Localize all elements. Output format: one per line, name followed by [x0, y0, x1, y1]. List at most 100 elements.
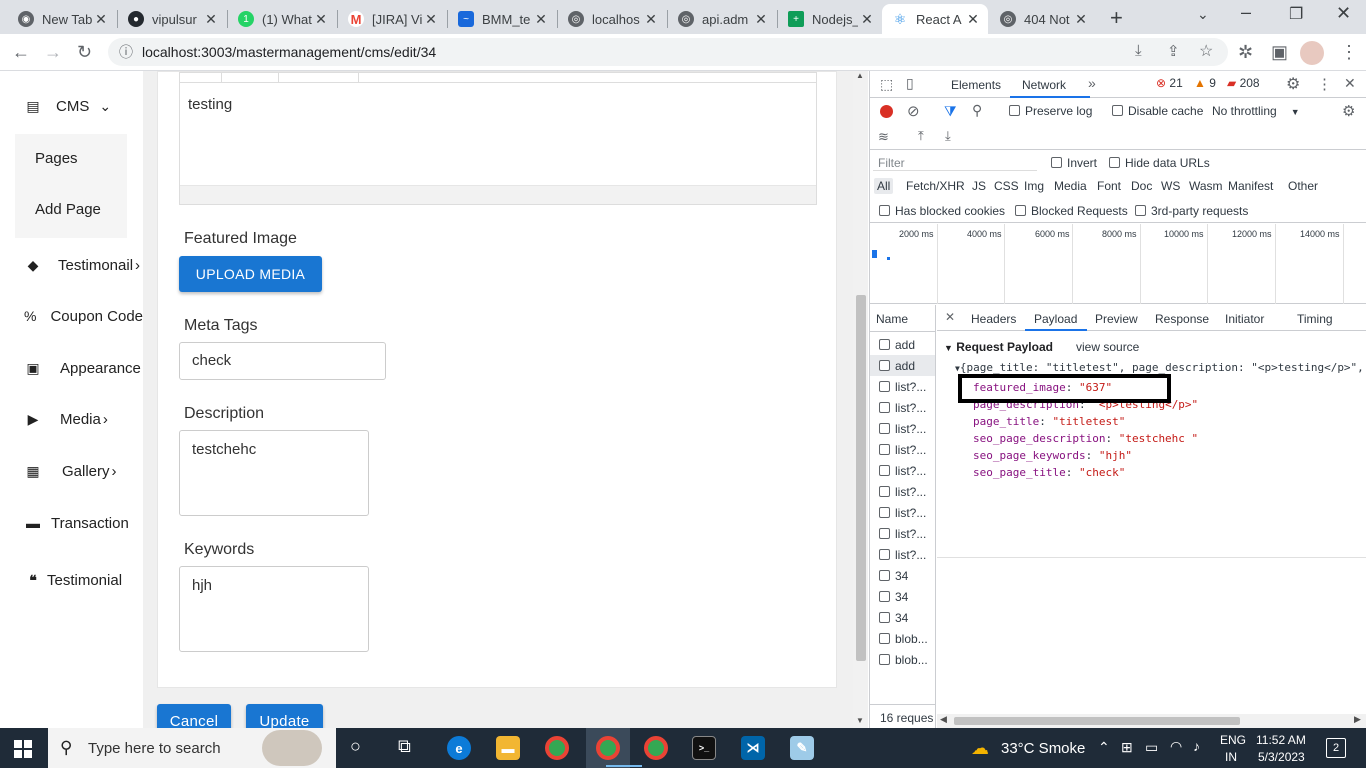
close-detail-icon[interactable]: ✕: [945, 310, 955, 324]
filter-fetch-xhr[interactable]: Fetch/XHR: [906, 179, 965, 193]
more-options-icon[interactable]: ⋮: [1317, 75, 1332, 93]
request-checkbox[interactable]: [879, 381, 890, 392]
sidebar-item-coupon-code[interactable]: % Coupon Code: [24, 307, 143, 325]
description-textarea[interactable]: testchehc: [179, 430, 369, 516]
sidebar-item-pages[interactable]: Pages: [35, 150, 78, 167]
tab-9[interactable]: ◎ 404 Not ✕: [990, 4, 1096, 34]
close-icon[interactable]: ✕: [202, 11, 220, 28]
tab-payload[interactable]: Payload: [1034, 312, 1077, 326]
request-checkbox[interactable]: [879, 528, 890, 539]
close-icon[interactable]: ✕: [642, 11, 660, 28]
error-counter[interactable]: ⊗ 21: [1156, 76, 1183, 90]
taskbar-search[interactable]: ⚲ Type here to search: [48, 728, 336, 768]
import-har-icon[interactable]: ⤒: [918, 128, 924, 144]
tab-0[interactable]: ◉ New Tab ✕: [8, 4, 116, 34]
request-checkbox[interactable]: [879, 339, 890, 350]
third-party-requests-checkbox[interactable]: 3rd-party requests: [1135, 204, 1248, 218]
keywords-textarea[interactable]: hjh: [179, 566, 369, 652]
back-icon[interactable]: ←: [12, 42, 30, 62]
page-scrollbar-thumb[interactable]: [856, 295, 866, 661]
vscode-icon[interactable]: ⋊: [741, 736, 765, 760]
tab-8-active[interactable]: ⚛ React A ✕: [882, 4, 988, 34]
request-row[interactable]: 34: [870, 565, 935, 586]
language-indicator[interactable]: ENG: [1220, 733, 1246, 747]
network-tray-icon[interactable]: ⊞: [1121, 739, 1133, 756]
request-checkbox[interactable]: [879, 612, 890, 623]
task-view-icon[interactable]: ⧉: [398, 736, 411, 757]
battery-icon[interactable]: ▭: [1145, 739, 1158, 756]
side-panel-icon[interactable]: ▣: [1271, 42, 1288, 62]
close-icon[interactable]: ✕: [532, 11, 550, 28]
tab-elements[interactable]: Elements: [951, 78, 1001, 92]
close-icon[interactable]: ✕: [964, 11, 982, 28]
request-row[interactable]: 34: [870, 607, 935, 628]
chrome-profile-icon[interactable]: [644, 736, 668, 760]
request-checkbox[interactable]: [879, 486, 890, 497]
payload-property[interactable]: seo_page_keywords: "hjh": [973, 449, 1132, 462]
close-icon[interactable]: ✕: [1072, 11, 1090, 28]
request-checkbox[interactable]: [879, 591, 890, 602]
forward-icon[interactable]: →: [44, 42, 62, 62]
search-icon[interactable]: ⚲: [972, 102, 982, 119]
editor-text[interactable]: testing: [188, 96, 232, 113]
request-checkbox[interactable]: [879, 570, 890, 581]
weather-text[interactable]: 33°C Smoke: [1001, 740, 1085, 757]
request-row[interactable]: add: [870, 334, 935, 355]
request-checkbox[interactable]: [879, 507, 890, 518]
warning-counter[interactable]: ▲ 9: [1194, 76, 1216, 90]
payload-property[interactable]: seo_page_title: "check": [973, 466, 1125, 479]
close-icon[interactable]: ✕: [92, 11, 110, 28]
request-payload-section[interactable]: ▼ Request Payload: [944, 340, 1053, 354]
notepad-icon[interactable]: ✎: [790, 736, 814, 760]
payload-summary[interactable]: ▼{page_title: "titletest", page_descript…: [955, 361, 1365, 374]
filter-manifest[interactable]: Manifest: [1228, 179, 1273, 193]
edge-icon[interactable]: e: [447, 736, 471, 760]
scroll-left-icon[interactable]: ◀: [940, 714, 947, 725]
chrome-profile-icon[interactable]: [596, 736, 620, 760]
rich-text-editor[interactable]: testing: [179, 72, 817, 205]
request-checkbox[interactable]: [879, 360, 890, 371]
horizontal-scrollbar-thumb[interactable]: [954, 717, 1240, 725]
request-row[interactable]: blob...: [870, 649, 935, 670]
chrome-icon[interactable]: [545, 736, 569, 760]
scroll-right-icon[interactable]: ▶: [1354, 714, 1361, 725]
close-icon[interactable]: ✕: [752, 11, 770, 28]
request-checkbox[interactable]: [879, 465, 890, 476]
volume-icon[interactable]: ♪: [1193, 738, 1200, 754]
filter-css[interactable]: CSS: [994, 179, 1019, 193]
name-column-header[interactable]: Name: [870, 312, 935, 326]
tab-preview[interactable]: Preview: [1095, 312, 1138, 326]
close-icon[interactable]: ✕: [422, 11, 440, 28]
view-source-link[interactable]: view source: [1076, 340, 1139, 354]
request-checkbox[interactable]: [879, 444, 890, 455]
extensions-icon[interactable]: ✲: [1238, 42, 1253, 62]
request-row[interactable]: list?...: [870, 439, 935, 460]
scroll-down-icon[interactable]: ▼: [856, 716, 864, 725]
network-settings-icon[interactable]: ⚙: [1342, 102, 1355, 120]
tab-search-icon[interactable]: ⌄: [1197, 6, 1209, 23]
tab-2[interactable]: 1 (1) What ✕: [228, 4, 336, 34]
request-row[interactable]: 34: [870, 586, 935, 607]
tab-3[interactable]: M [JIRA] Vi ✕: [338, 4, 446, 34]
request-checkbox[interactable]: [879, 654, 890, 665]
preserve-log-checkbox[interactable]: Preserve log: [1009, 104, 1092, 118]
sidebar-item-add-page[interactable]: Add Page: [35, 201, 101, 218]
request-row[interactable]: list?...: [870, 376, 935, 397]
new-tab-icon[interactable]: +: [1110, 5, 1123, 31]
windows-start-icon[interactable]: [14, 740, 32, 758]
settings-gear-icon[interactable]: ⚙: [1286, 74, 1300, 94]
tab-headers[interactable]: Headers: [971, 312, 1016, 326]
request-checkbox[interactable]: [879, 423, 890, 434]
wifi-icon[interactable]: ◠: [1170, 738, 1182, 755]
timeline-overview[interactable]: 2000 ms 4000 ms 6000 ms 8000 ms 10000 ms…: [870, 224, 1366, 304]
minimize-icon[interactable]: –: [1241, 2, 1251, 23]
filter-media[interactable]: Media: [1054, 179, 1087, 193]
restore-icon[interactable]: ❐: [1289, 4, 1303, 24]
scroll-up-icon[interactable]: ▲: [856, 71, 864, 80]
tab-1[interactable]: ● vipulsur ✕: [118, 4, 226, 34]
export-har-icon[interactable]: ⤓: [945, 128, 951, 144]
payload-property[interactable]: page_title: "titletest": [973, 415, 1125, 428]
meta-tags-input[interactable]: check: [179, 342, 386, 380]
has-blocked-cookies-checkbox[interactable]: Has blocked cookies: [879, 204, 1005, 218]
clock-time[interactable]: 11:52 AM: [1256, 733, 1306, 747]
